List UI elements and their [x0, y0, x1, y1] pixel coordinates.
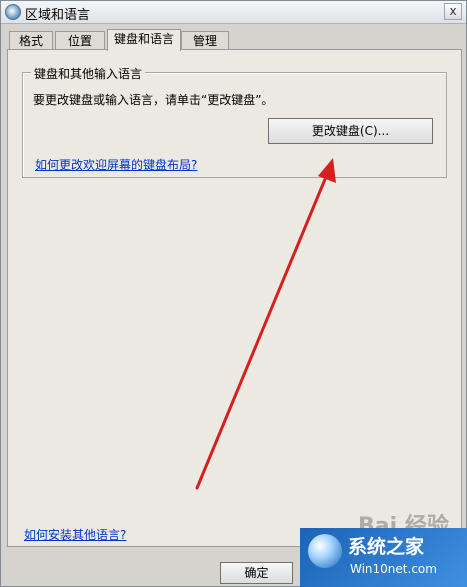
watermark-url: Win10net.com: [350, 562, 437, 576]
watermark-brand: 系统之家: [348, 536, 425, 558]
annotation-arrow: [195, 158, 336, 490]
logo-ball-icon: [308, 534, 342, 568]
tab-keyboards-languages[interactable]: 键盘和语言: [107, 29, 181, 51]
site-watermark-logo: 系统之家 Win10net.com: [300, 528, 467, 587]
